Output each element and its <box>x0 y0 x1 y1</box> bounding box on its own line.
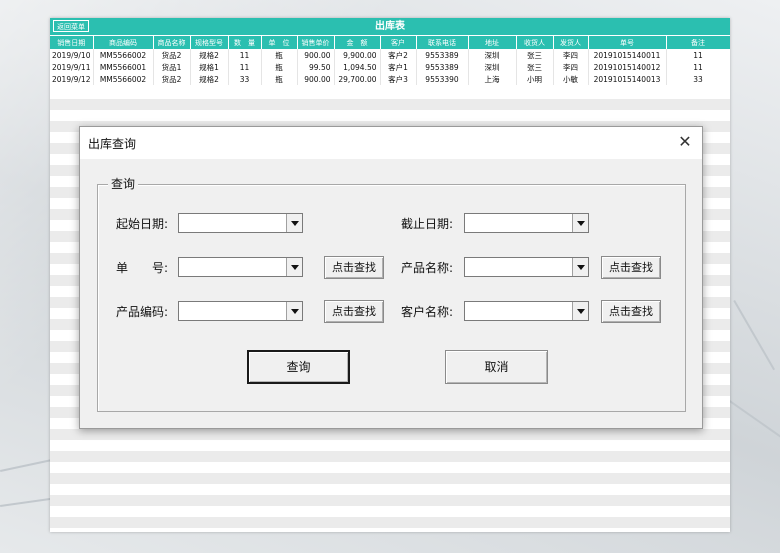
table-cell[interactable]: 小明 <box>516 73 554 85</box>
chevron-down-icon[interactable] <box>572 302 588 320</box>
table-cell[interactable]: 29,700.00 <box>334 73 381 85</box>
order-no-label: 单 号: <box>116 261 169 275</box>
table-cell[interactable]: 规格2 <box>190 73 229 85</box>
outbound-table: 销售日期 商品编码 商品名称 规格型号 数 量 单 位 销售单价 金 额 客户 … <box>50 36 730 85</box>
column-header[interactable]: 联系电话 <box>416 36 469 49</box>
chevron-down-icon[interactable] <box>286 302 302 320</box>
sheet-title: 出库表 <box>375 21 405 32</box>
table-cell[interactable]: 客户2 <box>380 49 417 61</box>
table-row: 2019/9/10 MM5566002 货品2 规格2 11 瓶 900.00 … <box>50 49 730 61</box>
column-header[interactable]: 数 量 <box>228 36 262 49</box>
table-cell[interactable]: 上海 <box>468 73 517 85</box>
table-cell[interactable]: 9553389 <box>416 49 469 61</box>
table-cell[interactable]: 货品2 <box>153 49 191 61</box>
table-cell[interactable]: 2019/9/11 <box>50 61 94 73</box>
chevron-down-icon[interactable] <box>286 258 302 276</box>
group-label: 查询 <box>108 175 139 192</box>
table-cell[interactable]: 99.50 <box>297 61 335 73</box>
table-cell[interactable]: 33 <box>228 73 262 85</box>
table-cell[interactable]: 900.00 <box>297 49 335 61</box>
table-cell[interactable]: 瓶 <box>261 61 298 73</box>
background-line <box>728 400 780 471</box>
table-cell[interactable]: 9553389 <box>416 61 469 73</box>
table-cell[interactable]: 瓶 <box>261 73 298 85</box>
column-header[interactable]: 商品名称 <box>153 36 191 49</box>
dialog-title-bar: 出库查询 ✕ <box>80 127 702 159</box>
query-dialog: 出库查询 ✕ 查询 起始日期: 截止日期: 单 号: 点击查找 产品名称: 点击… <box>79 126 703 429</box>
table-cell[interactable]: 20191015140012 <box>588 61 667 73</box>
table-cell[interactable]: 2019/9/10 <box>50 49 94 61</box>
find-product-code-button[interactable]: 点击查找 <box>324 300 384 323</box>
column-header[interactable]: 单号 <box>588 36 667 49</box>
table-cell[interactable]: 货品1 <box>153 61 191 73</box>
chevron-down-icon[interactable] <box>286 214 302 232</box>
table-cell[interactable]: 11 <box>228 49 262 61</box>
column-header[interactable]: 销售单价 <box>297 36 335 49</box>
column-header[interactable]: 客户 <box>380 36 417 49</box>
column-header[interactable]: 收货人 <box>516 36 554 49</box>
table-cell[interactable]: 规格2 <box>190 49 229 61</box>
table-header-row: 销售日期 商品编码 商品名称 规格型号 数 量 单 位 销售单价 金 额 客户 … <box>50 36 730 49</box>
column-header[interactable]: 销售日期 <box>50 36 94 49</box>
table-cell[interactable]: 深圳 <box>468 49 517 61</box>
start-date-label: 起始日期: <box>116 217 169 231</box>
table-cell[interactable]: 11 <box>666 61 730 73</box>
chevron-down-icon[interactable] <box>572 214 588 232</box>
dialog-title: 出库查询 <box>88 137 137 151</box>
find-order-button[interactable]: 点击查找 <box>324 256 384 279</box>
table-cell[interactable]: 2019/9/12 <box>50 73 94 85</box>
product-name-combo[interactable] <box>464 257 589 277</box>
table-cell[interactable]: 货品2 <box>153 73 191 85</box>
column-header[interactable]: 发货人 <box>553 36 589 49</box>
table-cell[interactable]: 客户3 <box>380 73 417 85</box>
chevron-down-icon[interactable] <box>572 258 588 276</box>
find-product-name-button[interactable]: 点击查找 <box>601 256 661 279</box>
end-date-label: 截止日期: <box>401 217 454 231</box>
customer-name-combo[interactable] <box>464 301 589 321</box>
column-header[interactable]: 金 额 <box>334 36 381 49</box>
table-cell[interactable]: 瓶 <box>261 49 298 61</box>
table-cell[interactable]: 客户1 <box>380 61 417 73</box>
table-cell[interactable]: 规格1 <box>190 61 229 73</box>
close-icon[interactable]: ✕ <box>676 133 694 151</box>
table-cell[interactable]: MM5566001 <box>93 61 154 73</box>
table-cell[interactable]: MM5566002 <box>93 73 154 85</box>
table-cell[interactable]: 李四 <box>553 61 589 73</box>
background-line <box>733 300 775 371</box>
column-header[interactable]: 单 位 <box>261 36 298 49</box>
cancel-button[interactable]: 取消 <box>445 350 548 384</box>
table-cell[interactable]: 11 <box>228 61 262 73</box>
end-date-combo[interactable] <box>464 213 589 233</box>
product-code-combo[interactable] <box>178 301 303 321</box>
table-cell[interactable]: 9553390 <box>416 73 469 85</box>
product-code-label: 产品编码: <box>116 305 169 319</box>
query-button[interactable]: 查询 <box>247 350 350 384</box>
table-cell[interactable]: 900.00 <box>297 73 335 85</box>
table-cell[interactable]: 小敏 <box>553 73 589 85</box>
find-customer-button[interactable]: 点击查找 <box>601 300 661 323</box>
customer-name-label: 客户名称: <box>401 305 454 319</box>
table-cell[interactable]: 1,094.50 <box>334 61 381 73</box>
table-row: 2019/9/12 MM5566002 货品2 规格2 33 瓶 900.00 … <box>50 73 730 85</box>
table-cell[interactable]: 9,900.00 <box>334 49 381 61</box>
start-date-combo[interactable] <box>178 213 303 233</box>
table-cell[interactable]: 33 <box>666 73 730 85</box>
table-cell[interactable]: 20191015140011 <box>588 49 667 61</box>
column-header[interactable]: 地址 <box>468 36 517 49</box>
order-no-combo[interactable] <box>178 257 303 277</box>
table-cell[interactable]: 李四 <box>553 49 589 61</box>
table-cell[interactable]: 深圳 <box>468 61 517 73</box>
column-header[interactable]: 规格型号 <box>190 36 229 49</box>
product-name-label: 产品名称: <box>401 261 454 275</box>
table-cell[interactable]: 张三 <box>516 61 554 73</box>
table-cell[interactable]: 11 <box>666 49 730 61</box>
table-cell[interactable]: 张三 <box>516 49 554 61</box>
table-cell[interactable]: 20191015140013 <box>588 73 667 85</box>
table-row: 2019/9/11 MM5566001 货品1 规格1 11 瓶 99.50 1… <box>50 61 730 73</box>
sheet-title-bar: 返回菜单 出库表 <box>50 18 730 35</box>
table-cell[interactable]: MM5566002 <box>93 49 154 61</box>
column-header[interactable]: 备注 <box>666 36 730 49</box>
column-header[interactable]: 商品编码 <box>93 36 154 49</box>
